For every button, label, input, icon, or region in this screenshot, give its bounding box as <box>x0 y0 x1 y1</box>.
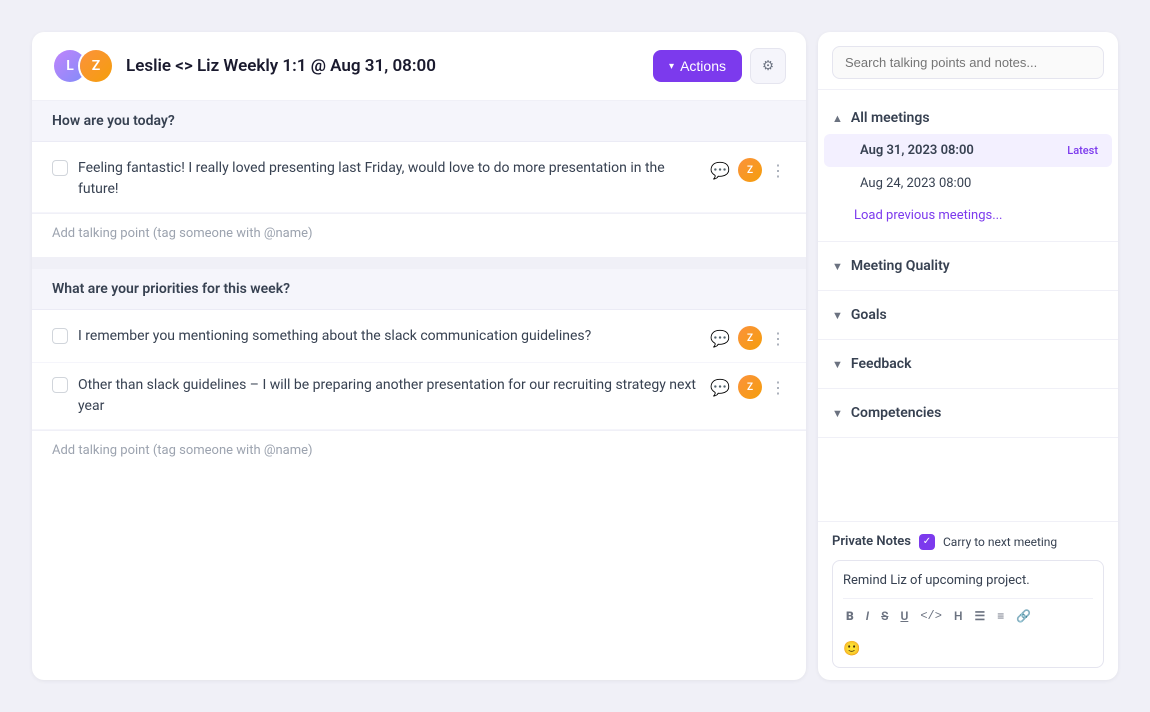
meeting-item-aug31[interactable]: Aug 31, 2023 08:00 Latest <box>824 134 1112 167</box>
header-actions: ▾ Actions ⚙ <box>653 48 786 84</box>
checkbox-1[interactable] <box>52 160 68 176</box>
goals-section[interactable]: ▼ Goals <box>818 297 1118 333</box>
collapse-competencies-icon: ▼ <box>832 407 843 420</box>
checkbox-3[interactable] <box>52 377 68 393</box>
comment-icon-3[interactable]: 💬 <box>710 378 730 397</box>
avatar-liz-img: Z <box>80 50 112 82</box>
competencies-section[interactable]: ▼ Competencies <box>818 395 1118 431</box>
point-text-1: Feeling fantastic! I really loved presen… <box>78 158 700 200</box>
search-container <box>818 32 1118 90</box>
meeting-aug31-date: Aug 31, 2023 08:00 <box>860 143 974 158</box>
section-priorities: What are your priorities for this week? … <box>32 269 806 474</box>
collapse-all-meetings-icon: ▲ <box>832 112 843 125</box>
meeting-title: Leslie <> Liz Weekly 1:1 @ Aug 31, 08:00 <box>126 56 641 76</box>
talking-point-1: Feeling fantastic! I really loved presen… <box>32 146 806 213</box>
point-1-actions: 💬 Z ⋮ <box>710 158 786 182</box>
actions-button[interactable]: ▾ Actions <box>653 50 742 82</box>
right-panel: ▲ All meetings Aug 31, 2023 08:00 Latest… <box>818 32 1118 680</box>
latest-badge: Latest <box>1067 144 1098 157</box>
gear-icon: ⚙ <box>762 58 774 74</box>
code-button[interactable]: </> <box>917 607 945 625</box>
section-1-title: How are you today? <box>52 113 175 129</box>
competencies-label: Competencies <box>851 405 941 421</box>
point-1-avatar: Z <box>738 158 762 182</box>
private-notes-header: Private Notes ✓ Carry to next meeting <box>832 534 1104 550</box>
sidebar-divider-5 <box>818 437 1118 438</box>
meeting-quality-section[interactable]: ▼ Meeting Quality <box>818 248 1118 284</box>
private-notes-label: Private Notes <box>832 534 911 549</box>
actions-button-label: Actions <box>680 58 726 74</box>
load-more-label: Load previous meetings... <box>854 208 1002 223</box>
meeting-item-aug24[interactable]: Aug 24, 2023 08:00 <box>824 167 1112 200</box>
settings-button[interactable]: ⚙ <box>750 48 786 84</box>
add-tp-2-placeholder: Add talking point (tag someone with @nam… <box>52 443 313 458</box>
point-3-avatar: Z <box>738 375 762 399</box>
meeting-nav-section: ▲ All meetings Aug 31, 2023 08:00 Latest… <box>818 98 1118 235</box>
sidebar-divider-3 <box>818 339 1118 340</box>
ordered-list-button[interactable]: ≡ <box>994 607 1007 625</box>
section-how-are-you: How are you today? Feeling fantastic! I … <box>32 101 806 257</box>
section-1-header: How are you today? <box>32 101 806 142</box>
content-scroll: How are you today? Feeling fantastic! I … <box>32 101 806 680</box>
sidebar-scroll: ▲ All meetings Aug 31, 2023 08:00 Latest… <box>818 90 1118 521</box>
carry-checkbox[interactable]: ✓ <box>919 534 935 550</box>
strikethrough-button[interactable]: S <box>878 607 891 625</box>
link-button[interactable]: 🔗 <box>1013 607 1034 625</box>
point-2-avatar: Z <box>738 326 762 350</box>
carry-label: Carry to next meeting <box>943 535 1057 549</box>
notes-editor[interactable]: Remind Liz of upcoming project. B I S U … <box>832 560 1104 669</box>
collapse-goals-icon: ▼ <box>832 309 843 322</box>
point-3-actions: 💬 Z ⋮ <box>710 375 786 399</box>
sidebar-divider-1 <box>818 241 1118 242</box>
load-more-meetings[interactable]: Load previous meetings... <box>818 200 1118 231</box>
feedback-section[interactable]: ▼ Feedback <box>818 346 1118 382</box>
sidebar-divider-2 <box>818 290 1118 291</box>
talking-point-3: Other than slack guidelines – I will be … <box>32 363 806 430</box>
section-divider-1 <box>32 257 806 269</box>
point-2-actions: 💬 Z ⋮ <box>710 326 786 350</box>
italic-button[interactable]: I <box>863 607 872 625</box>
avatar-group: L Z <box>52 48 114 84</box>
heading-button[interactable]: H <box>951 607 966 625</box>
add-talking-point-1[interactable]: Add talking point (tag someone with @nam… <box>32 213 806 253</box>
meeting-quality-label: Meeting Quality <box>851 258 950 274</box>
collapse-feedback-icon: ▼ <box>832 358 843 371</box>
meeting-aug24-date: Aug 24, 2023 08:00 <box>860 176 971 191</box>
private-notes-area: Private Notes ✓ Carry to next meeting Re… <box>818 521 1118 681</box>
point-text-2: I remember you mentioning something abou… <box>78 326 700 347</box>
chevron-down-icon: ▾ <box>669 61 674 72</box>
meeting-header: L Z Leslie <> Liz Weekly 1:1 @ Aug 31, 0… <box>32 32 806 101</box>
comment-icon-1[interactable]: 💬 <box>710 161 730 180</box>
avatar-liz: Z <box>78 48 114 84</box>
more-icon-1[interactable]: ⋮ <box>770 161 786 180</box>
search-input[interactable] <box>832 46 1104 79</box>
emoji-button[interactable]: 🙂 <box>843 637 860 657</box>
feedback-label: Feedback <box>851 356 912 372</box>
unordered-list-button[interactable]: ☰ <box>971 607 988 625</box>
editor-toolbar: B I S U </> H ☰ ≡ 🔗 🙂 <box>843 598 1093 657</box>
all-meetings-label: All meetings <box>851 110 930 126</box>
section-2-title: What are your priorities for this week? <box>52 281 290 297</box>
more-icon-3[interactable]: ⋮ <box>770 378 786 397</box>
collapse-meeting-quality-icon: ▼ <box>832 260 843 273</box>
section-2-content: I remember you mentioning something abou… <box>32 310 806 474</box>
more-icon-2[interactable]: ⋮ <box>770 329 786 348</box>
meeting-item-aug31-row: Aug 31, 2023 08:00 Latest <box>860 143 1098 158</box>
comment-icon-2[interactable]: 💬 <box>710 329 730 348</box>
all-meetings-collapse[interactable]: ▲ All meetings <box>818 102 1118 134</box>
left-panel: L Z Leslie <> Liz Weekly 1:1 @ Aug 31, 0… <box>32 32 806 680</box>
goals-label: Goals <box>851 307 887 323</box>
notes-text: Remind Liz of upcoming project. <box>843 571 1093 591</box>
add-talking-point-2[interactable]: Add talking point (tag someone with @nam… <box>32 430 806 470</box>
sidebar-divider-4 <box>818 388 1118 389</box>
checkbox-2[interactable] <box>52 328 68 344</box>
point-text-3: Other than slack guidelines – I will be … <box>78 375 700 417</box>
bold-button[interactable]: B <box>843 607 857 625</box>
section-2-header: What are your priorities for this week? <box>32 269 806 310</box>
section-1-content: Feeling fantastic! I really loved presen… <box>32 142 806 257</box>
add-tp-1-placeholder: Add talking point (tag someone with @nam… <box>52 226 313 241</box>
app-container: L Z Leslie <> Liz Weekly 1:1 @ Aug 31, 0… <box>20 20 1130 692</box>
talking-point-2: I remember you mentioning something abou… <box>32 314 806 363</box>
underline-button[interactable]: U <box>897 607 911 625</box>
